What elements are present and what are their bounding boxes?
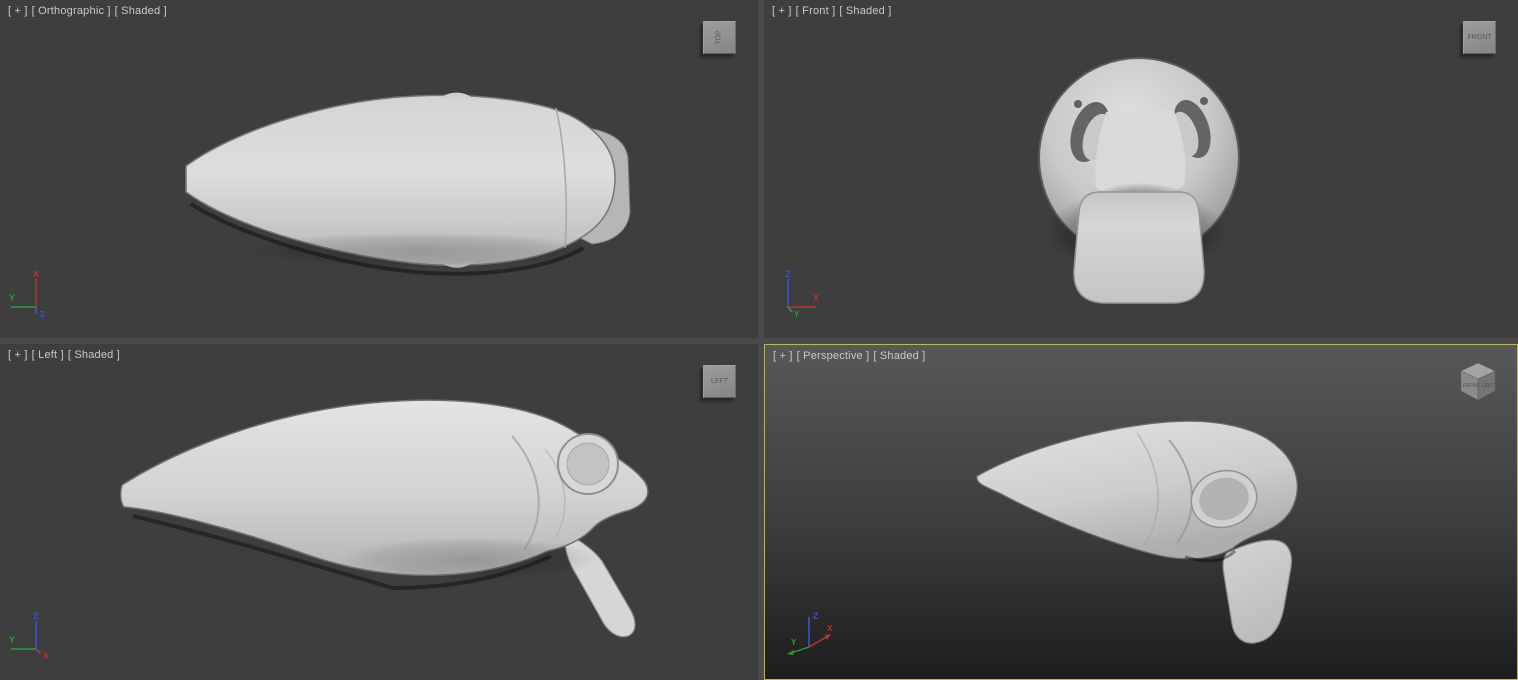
viewport-pov-menu[interactable]: [ Front ] [796, 5, 836, 17]
axis-y-label: Y [791, 638, 797, 647]
viewport-label: [ + ] [ Left ] [ Shaded ] [8, 349, 120, 361]
viewcube-face-label: FRONT [1467, 34, 1491, 41]
axis-x-label: X [43, 652, 49, 660]
axis-z-label: Z [40, 310, 45, 318]
viewcube-left-icon[interactable]: LEFT [703, 365, 736, 398]
viewport-orthographic[interactable]: [ + ] [ Orthographic ] [ Shaded ] TOP X … [0, 0, 758, 338]
model-lip[interactable] [1074, 192, 1204, 303]
model-crankbait-left-view[interactable] [0, 344, 758, 680]
viewport-pov-menu[interactable]: [ Orthographic ] [32, 5, 111, 17]
model-crankbait-top-view[interactable] [0, 0, 758, 338]
viewport-shading-menu[interactable]: [ Shaded ] [873, 350, 925, 362]
viewport-label: [ + ] [ Perspective ] [ Shaded ] [773, 350, 926, 362]
viewport-pov-menu[interactable]: [ Perspective ] [797, 350, 870, 362]
axis-tripod-icon: Z Y X [783, 607, 835, 657]
model-jaw-shading [340, 537, 600, 581]
viewport-shading-menu[interactable]: [ Shaded ] [839, 5, 891, 17]
viewport-grid: [ + ] [ Orthographic ] [ Shaded ] TOP X … [0, 0, 1518, 680]
axis-z-label: Z [813, 611, 819, 621]
viewport-shading-menu[interactable]: [ Shaded ] [115, 5, 167, 17]
model-belly-shading [240, 232, 600, 268]
axis-y-label: Y [794, 310, 800, 318]
viewcube-3d-icon[interactable]: FRONT LEFT [1455, 359, 1501, 405]
axis-tripod-icon: X Y Z [6, 270, 52, 318]
viewport-label: [ + ] [ Front ] [ Shaded ] [772, 5, 892, 17]
axis-x-label: X [813, 293, 819, 303]
model-lip[interactable] [1223, 540, 1292, 643]
viewport-general-menu[interactable]: [ + ] [8, 349, 28, 361]
viewcube-front-icon[interactable]: FRONT [1463, 21, 1496, 54]
viewcube-face-left-label: LEFT [1482, 383, 1494, 389]
axis-z-label: Z [785, 270, 791, 279]
viewport-pov-menu[interactable]: [ Left ] [32, 349, 64, 361]
axis-tripod-icon: Z Y X [6, 612, 52, 660]
viewport-front[interactable]: [ + ] [ Front ] [ Shaded ] FRONT Z X Y [764, 0, 1518, 338]
viewport-left[interactable]: [ + ] [ Left ] [ Shaded ] LEFT Z Y X [0, 344, 758, 680]
viewport-general-menu[interactable]: [ + ] [772, 5, 792, 17]
axis-tripod-icon: Z X Y [776, 270, 822, 318]
viewcube-top-icon[interactable]: TOP [703, 21, 736, 54]
axis-y-label: Y [9, 293, 15, 303]
model-crankbait-perspective-view[interactable] [765, 345, 1517, 679]
viewport-general-menu[interactable]: [ + ] [773, 350, 793, 362]
axis-z-label: Z [33, 612, 39, 621]
viewcube-face-label: TOP [716, 30, 723, 44]
axis-x-label: X [827, 624, 833, 633]
viewcube-face-label: LEFT [711, 378, 728, 385]
viewcube-face-front-label: FRONT [1463, 383, 1480, 389]
viewport-shading-menu[interactable]: [ Shaded ] [68, 349, 120, 361]
axis-x-label: X [33, 270, 39, 279]
axis-y-label: Y [9, 635, 15, 645]
model-crankbait-front-view[interactable] [764, 0, 1518, 338]
model-eye[interactable] [558, 434, 618, 494]
viewport-perspective[interactable]: [ + ] [ Perspective ] [ Shaded ] FRONT L… [764, 344, 1518, 680]
viewport-label: [ + ] [ Orthographic ] [ Shaded ] [8, 5, 167, 17]
viewport-general-menu[interactable]: [ + ] [8, 5, 28, 17]
